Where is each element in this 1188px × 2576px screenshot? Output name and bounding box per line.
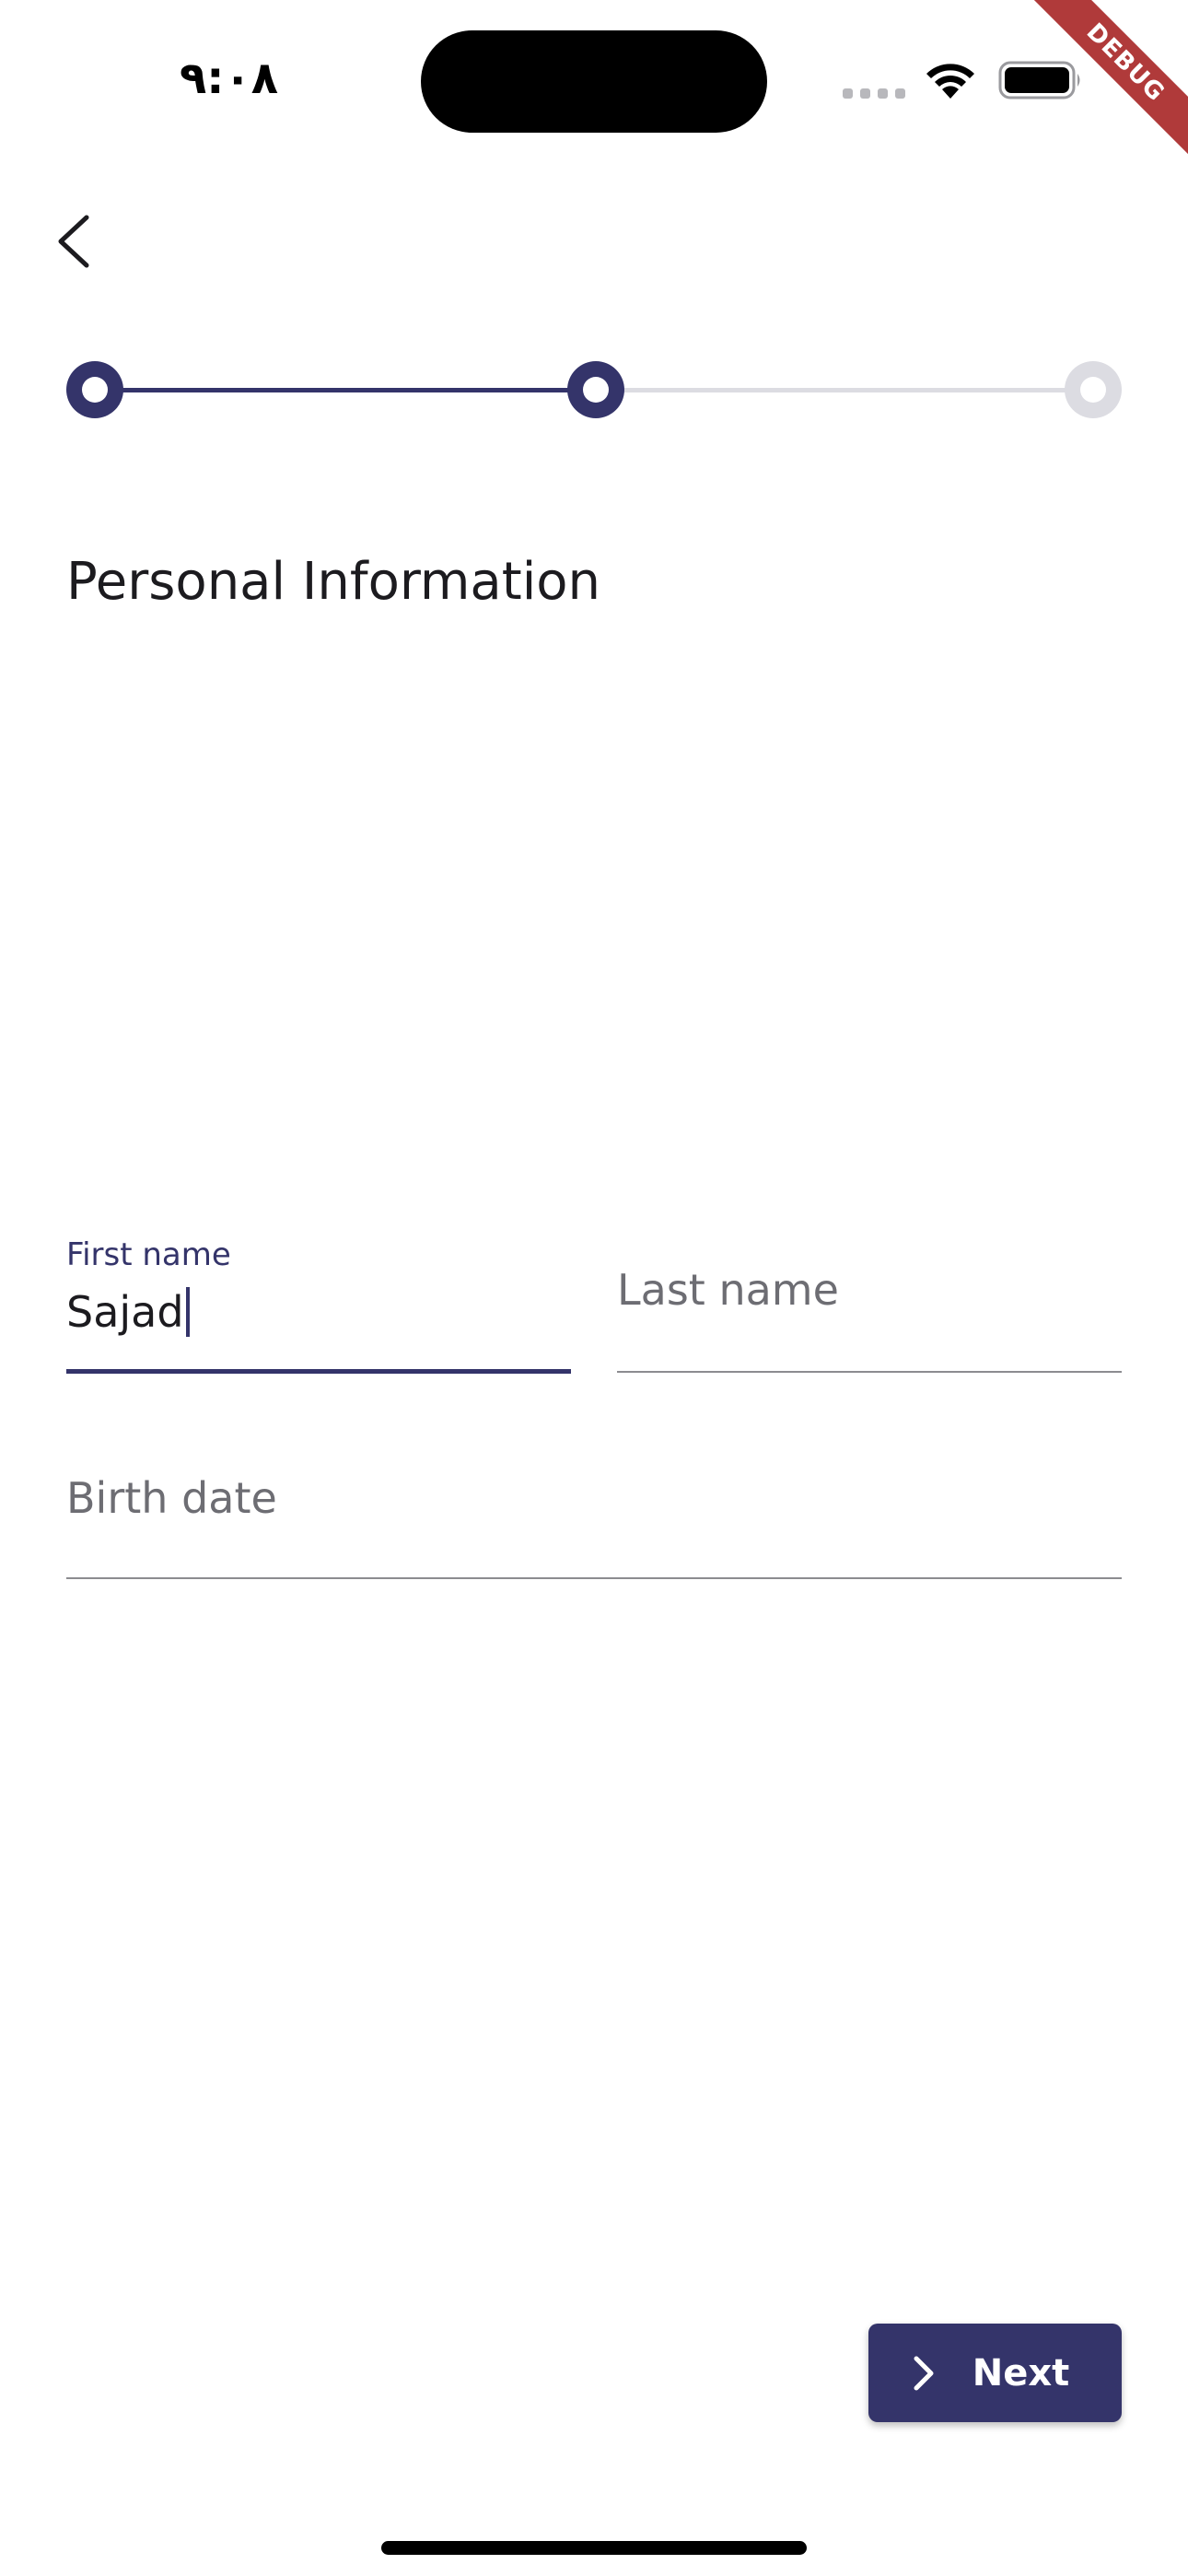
first-name-label: First name [66, 1236, 231, 1273]
first-name-value-wrap: Sajad [66, 1284, 190, 1340]
first-name-field[interactable]: First name Sajad [66, 1235, 571, 1375]
debug-banner: DEBUG [1004, 0, 1188, 184]
chevron-left-icon [58, 215, 89, 268]
birth-date-label: Birth date [66, 1473, 277, 1523]
page-title: Personal Information [66, 552, 601, 612]
stepper-line-completed [94, 388, 595, 392]
back-button[interactable] [28, 195, 120, 287]
step-1-indicator [66, 361, 123, 418]
debug-banner-label: DEBUG [1026, 0, 1188, 162]
status-time: ٩:٠٨ [180, 53, 279, 104]
dynamic-island [421, 30, 767, 133]
first-name-input[interactable]: Sajad [66, 1284, 184, 1340]
stepper-line-pending [595, 388, 1096, 392]
last-name-field[interactable]: Last name [617, 1235, 1122, 1375]
cellular-signal-icon [843, 88, 905, 100]
step-2-indicator [567, 361, 624, 418]
birth-date-field[interactable]: Birth date [66, 1443, 1122, 1583]
home-indicator[interactable] [381, 2541, 807, 2555]
wifi-icon [926, 64, 974, 99]
step-3-indicator [1065, 361, 1122, 418]
next-button[interactable]: Next [868, 2324, 1122, 2422]
chevron-right-icon [914, 2356, 934, 2390]
last-name-label: Last name [617, 1265, 839, 1315]
progress-stepper [66, 361, 1122, 420]
first-name-underline [66, 1369, 571, 1374]
text-cursor [185, 1287, 190, 1337]
last-name-underline [617, 1371, 1122, 1373]
next-button-label: Next [972, 2351, 1070, 2395]
birth-date-underline [66, 1577, 1122, 1579]
